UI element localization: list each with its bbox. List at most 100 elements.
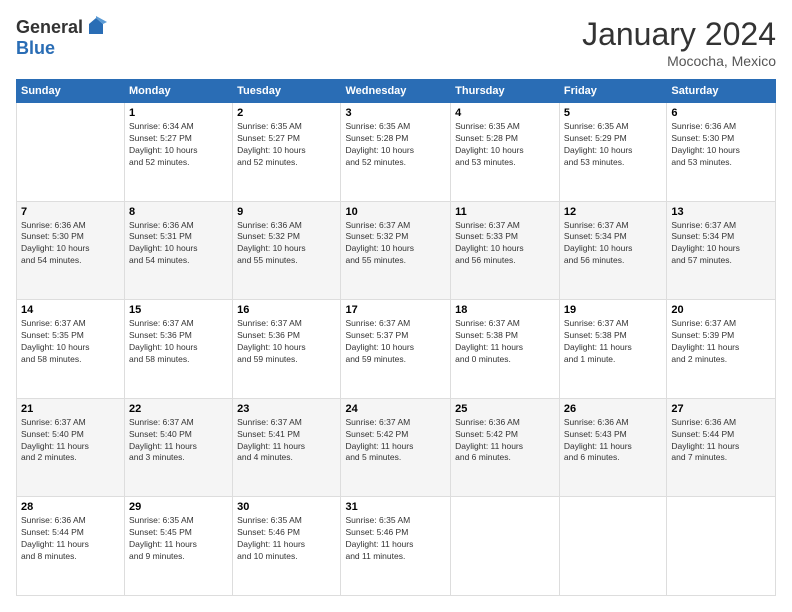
calendar-header-row: Sunday Monday Tuesday Wednesday Thursday… [17,80,776,103]
day-info: Sunrise: 6:36 AM Sunset: 5:43 PM Dayligh… [564,417,662,465]
table-row: 27Sunrise: 6:36 AM Sunset: 5:44 PM Dayli… [667,398,776,497]
logo-general: General [16,17,83,38]
day-info: Sunrise: 6:37 AM Sunset: 5:40 PM Dayligh… [21,417,120,465]
table-row: 25Sunrise: 6:36 AM Sunset: 5:42 PM Dayli… [451,398,560,497]
table-row: 4 Sunrise: 6:35 AM Sunset: 5:28 PM Daylig… [451,103,560,202]
table-row: 22 Sunrise: 6:37 AM Sunset: 5:40 PM Dayli… [125,398,233,497]
table-row: 31Sunrise: 6:35 AM Sunset: 5:46 PM Dayli… [341,497,451,596]
table-row: 20 Sunrise: 6:37 AM Sunset: 5:39 PM Dayli… [667,300,776,399]
day-info: Sunrise: 6:37 AM Sunset: 5:41 PM Dayligh… [237,417,336,465]
day-number: 12 [564,206,662,218]
day-info: Sunrise: 6:34 AM Sunset: 5:27 PM Dayligh… [129,121,228,169]
table-row: 6Sunrise: 6:36 AM Sunset: 5:30 PM Daylig… [667,103,776,202]
header-tuesday: Tuesday [233,80,341,103]
day-info: Sunrise: 6:37 AM Sunset: 5:38 PM Dayligh… [455,318,555,366]
header-sunday: Sunday [17,80,125,103]
day-number: 19 [564,304,662,316]
logo-blue: Blue [16,38,55,59]
header-saturday: Saturday [667,80,776,103]
day-info: Sunrise: 6:36 AM Sunset: 5:44 PM Dayligh… [21,515,120,563]
table-row: 2Sunrise: 6:35 AM Sunset: 5:27 PM Daylig… [233,103,341,202]
table-row: 30 Sunrise: 6:35 AM Sunset: 5:46 PM Dayli… [233,497,341,596]
table-row: 8Sunrise: 6:36 AM Sunset: 5:31 PM Daylig… [125,201,233,300]
table-row: 15 Sunrise: 6:37 AM Sunset: 5:36 PM Dayli… [125,300,233,399]
month-title: January 2024 [582,16,776,53]
day-number: 5 [564,107,662,119]
table-row [667,497,776,596]
table-row: 29 Sunrise: 6:35 AM Sunset: 5:45 PM Dayli… [125,497,233,596]
day-number: 3 [345,107,446,119]
day-info: Sunrise: 6:36 AM Sunset: 5:30 PM Dayligh… [21,220,120,268]
day-info: Sunrise: 6:37 AM Sunset: 5:40 PM Dayligh… [129,417,228,465]
table-row: 13Sunrise: 6:37 AM Sunset: 5:34 PM Dayli… [667,201,776,300]
day-number: 30 [237,501,336,513]
table-row: 12 Sunrise: 6:37 AM Sunset: 5:34 PM Dayli… [559,201,666,300]
day-number: 16 [237,304,336,316]
table-row: 1 Sunrise: 6:34 AM Sunset: 5:27 PM Daylig… [125,103,233,202]
day-number: 18 [455,304,555,316]
day-number: 17 [345,304,446,316]
day-number: 2 [237,107,336,119]
table-row: 19 Sunrise: 6:37 AM Sunset: 5:38 PM Dayli… [559,300,666,399]
table-row: 11 Sunrise: 6:37 AM Sunset: 5:33 PM Dayli… [451,201,560,300]
calendar-week-0: 1 Sunrise: 6:34 AM Sunset: 5:27 PM Daylig… [17,103,776,202]
day-info: Sunrise: 6:35 AM Sunset: 5:28 PM Dayligh… [345,121,446,169]
table-row: 26 Sunrise: 6:36 AM Sunset: 5:43 PM Dayli… [559,398,666,497]
day-info: Sunrise: 6:35 AM Sunset: 5:46 PM Dayligh… [237,515,336,563]
day-number: 25 [455,403,555,415]
header-monday: Monday [125,80,233,103]
day-number: 4 [455,107,555,119]
day-number: 11 [455,206,555,218]
day-number: 7 [21,206,120,218]
table-row: 21 Sunrise: 6:37 AM Sunset: 5:40 PM Dayli… [17,398,125,497]
day-number: 20 [671,304,771,316]
day-number: 22 [129,403,228,415]
table-row: 9Sunrise: 6:36 AM Sunset: 5:32 PM Daylig… [233,201,341,300]
day-number: 31 [345,501,446,513]
header-thursday: Thursday [451,80,560,103]
table-row: 28 Sunrise: 6:36 AM Sunset: 5:44 PM Dayli… [17,497,125,596]
day-info: Sunrise: 6:35 AM Sunset: 5:28 PM Dayligh… [455,121,555,169]
day-info: Sunrise: 6:37 AM Sunset: 5:35 PM Dayligh… [21,318,120,366]
day-info: Sunrise: 6:37 AM Sunset: 5:32 PM Dayligh… [345,220,446,268]
day-number: 15 [129,304,228,316]
day-info: Sunrise: 6:37 AM Sunset: 5:38 PM Dayligh… [564,318,662,366]
day-info: Sunrise: 6:37 AM Sunset: 5:42 PM Dayligh… [345,417,446,465]
day-number: 28 [21,501,120,513]
table-row: 17 Sunrise: 6:37 AM Sunset: 5:37 PM Dayli… [341,300,451,399]
day-info: Sunrise: 6:35 AM Sunset: 5:45 PM Dayligh… [129,515,228,563]
day-number: 10 [345,206,446,218]
table-row: 10 Sunrise: 6:37 AM Sunset: 5:32 PM Dayli… [341,201,451,300]
title-section: January 2024 Mococha, Mexico [582,16,776,69]
day-info: Sunrise: 6:37 AM Sunset: 5:37 PM Dayligh… [345,318,446,366]
day-number: 1 [129,107,228,119]
logo-icon [85,16,107,38]
table-row: 3 Sunrise: 6:35 AM Sunset: 5:28 PM Daylig… [341,103,451,202]
day-number: 29 [129,501,228,513]
table-row [451,497,560,596]
table-row [17,103,125,202]
day-number: 21 [21,403,120,415]
logo: General Blue [16,16,107,59]
day-info: Sunrise: 6:37 AM Sunset: 5:39 PM Dayligh… [671,318,771,366]
day-info: Sunrise: 6:37 AM Sunset: 5:34 PM Dayligh… [564,220,662,268]
header-wednesday: Wednesday [341,80,451,103]
day-info: Sunrise: 6:37 AM Sunset: 5:36 PM Dayligh… [129,318,228,366]
table-row: 18 Sunrise: 6:37 AM Sunset: 5:38 PM Dayli… [451,300,560,399]
table-row: 23Sunrise: 6:37 AM Sunset: 5:41 PM Dayli… [233,398,341,497]
day-info: Sunrise: 6:37 AM Sunset: 5:36 PM Dayligh… [237,318,336,366]
day-info: Sunrise: 6:37 AM Sunset: 5:33 PM Dayligh… [455,220,555,268]
calendar-week-1: 7 Sunrise: 6:36 AM Sunset: 5:30 PM Daylig… [17,201,776,300]
table-row: 5Sunrise: 6:35 AM Sunset: 5:29 PM Daylig… [559,103,666,202]
table-row [559,497,666,596]
day-number: 6 [671,107,771,119]
table-row: 14Sunrise: 6:37 AM Sunset: 5:35 PM Dayli… [17,300,125,399]
calendar-week-4: 28 Sunrise: 6:36 AM Sunset: 5:44 PM Dayli… [17,497,776,596]
day-info: Sunrise: 6:37 AM Sunset: 5:34 PM Dayligh… [671,220,771,268]
location: Mococha, Mexico [582,53,776,69]
day-number: 26 [564,403,662,415]
day-info: Sunrise: 6:36 AM Sunset: 5:32 PM Dayligh… [237,220,336,268]
day-number: 24 [345,403,446,415]
day-number: 8 [129,206,228,218]
table-row: 16 Sunrise: 6:37 AM Sunset: 5:36 PM Dayli… [233,300,341,399]
